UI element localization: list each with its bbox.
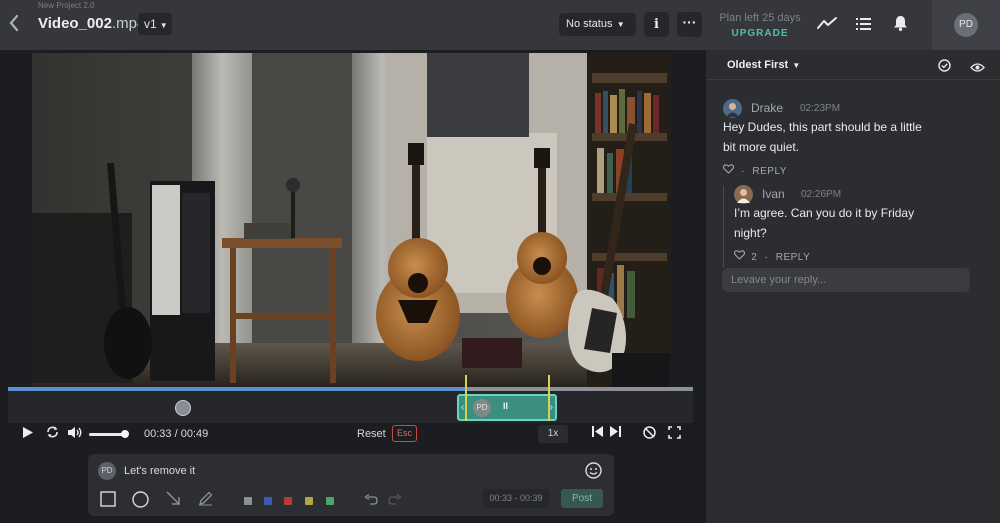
- separator-dot: ·: [741, 166, 746, 177]
- volume-slider-handle[interactable]: [121, 430, 129, 438]
- reply-input[interactable]: Levave your reply...: [722, 268, 970, 292]
- info-icon: i: [654, 17, 659, 32]
- upgrade-link[interactable]: UPGRADE: [712, 28, 808, 39]
- video-name: Video_002: [38, 15, 112, 32]
- post-button[interactable]: Post: [561, 489, 603, 508]
- comment-time-range[interactable]: 00:33 - 00:39: [483, 489, 549, 508]
- reset-button[interactable]: Reset: [357, 428, 386, 440]
- comments-panel: Oldest First ▼ Drake 02:23PM Hey Dudes, …: [706, 50, 1000, 523]
- top-bar: New Project 2.0 Video_002.mp4 v1 ▼ No sta…: [0, 0, 1000, 50]
- current-time: 00:33: [144, 428, 172, 440]
- comment-composer: PD Let's remove it 00:33 - 00:39 Post: [88, 454, 614, 516]
- chevron-right-icon[interactable]: ›: [550, 402, 553, 413]
- pen-icon[interactable]: [198, 491, 213, 511]
- rectangle-icon[interactable]: [100, 491, 116, 512]
- bell-icon[interactable]: [893, 15, 908, 36]
- volume-icon[interactable]: [67, 426, 83, 442]
- color-swatch-yellow[interactable]: [305, 497, 313, 505]
- list-icon[interactable]: [856, 17, 871, 35]
- comment-actions: 2 · REPLY: [733, 250, 811, 263]
- comment-body-line: night?: [734, 226, 767, 240]
- skip-back-icon[interactable]: [592, 426, 603, 440]
- color-swatch-gray[interactable]: [244, 497, 252, 505]
- comments-header: Oldest First ▼: [706, 50, 1000, 80]
- check-circle-icon[interactable]: [938, 59, 951, 77]
- range-avatar: PD: [473, 399, 491, 417]
- comment-input[interactable]: Let's remove it: [124, 465, 195, 477]
- heart-icon[interactable]: [733, 250, 746, 263]
- redo-icon[interactable]: [388, 493, 402, 511]
- comment-actions: · REPLY: [722, 164, 787, 177]
- separator-dot: ·: [764, 252, 769, 263]
- chevron-down-icon: ▼: [614, 20, 625, 29]
- avatar: PD: [954, 13, 978, 37]
- comment-author: Drake: [751, 101, 784, 115]
- video-frame[interactable]: [32, 53, 670, 387]
- draw-off-icon[interactable]: [643, 426, 656, 442]
- version-select[interactable]: v1 ▼: [138, 13, 172, 35]
- project-name: New Project 2.0: [38, 1, 95, 10]
- info-button[interactable]: i: [644, 12, 669, 37]
- volume-slider[interactable]: [89, 433, 125, 436]
- activity-icon[interactable]: [817, 16, 837, 35]
- review-app: New Project 2.0 Video_002.mp4 v1 ▼ No sta…: [0, 0, 1000, 523]
- comment-range-selection[interactable]: ‹ PD II ›: [457, 394, 557, 421]
- comment-time: 02:23PM: [800, 103, 841, 114]
- chevron-left-icon[interactable]: ‹: [461, 402, 464, 413]
- player-controls: 00:33 / 00:49 Reset Esc 1x: [8, 423, 693, 445]
- chevron-down-icon: ▼: [790, 61, 801, 70]
- avatar: [723, 99, 742, 118]
- status-label: No status: [566, 18, 613, 30]
- range-end-line: [548, 375, 550, 421]
- reply-button[interactable]: REPLY: [752, 166, 787, 177]
- eye-icon[interactable]: [970, 60, 985, 78]
- chevron-left-icon[interactable]: [8, 14, 24, 34]
- playback-speed-button[interactable]: 1x: [538, 425, 568, 443]
- time-separator: /: [174, 428, 178, 440]
- comment-body-line: bit more quiet.: [723, 140, 800, 154]
- color-swatch-red[interactable]: [284, 497, 292, 505]
- color-swatch-green[interactable]: [326, 497, 334, 505]
- loop-icon[interactable]: [46, 426, 59, 441]
- comment-body-line: Hey Dudes, this part should be a little: [723, 120, 922, 134]
- reply-button[interactable]: REPLY: [776, 252, 811, 263]
- fullscreen-icon[interactable]: [668, 426, 681, 442]
- video-workspace: ‹ PD II › 00:33 / 00:49 Reset Esc 1x PD …: [0, 50, 706, 523]
- avatar: [734, 185, 753, 204]
- comment-item: Drake 02:23PM Hey Dudes, this part shoul…: [722, 99, 983, 181]
- user-avatar-marker[interactable]: [175, 400, 191, 416]
- circle-icon[interactable]: [132, 491, 149, 513]
- heart-icon[interactable]: [722, 164, 735, 177]
- esc-key-badge: Esc: [392, 425, 417, 442]
- skip-forward-icon[interactable]: [610, 426, 621, 440]
- more-horizontal-icon: ···: [682, 14, 697, 30]
- pause-icon[interactable]: II: [503, 401, 508, 411]
- time-display: 00:33 / 00:49: [144, 428, 208, 440]
- thread-line: [723, 186, 724, 268]
- more-button[interactable]: ···: [677, 12, 702, 37]
- video-title: Video_002.mp4: [38, 15, 145, 32]
- sort-dropdown[interactable]: Oldest First ▼: [727, 59, 800, 71]
- emoji-icon[interactable]: [585, 462, 602, 484]
- comment-body-line: I’m agree. Can you do it by Friday: [734, 206, 915, 220]
- arrow-icon[interactable]: [166, 491, 181, 511]
- color-swatch-blue[interactable]: [264, 497, 272, 505]
- range-start-line: [465, 375, 467, 421]
- play-icon[interactable]: [22, 426, 34, 442]
- comment-item: Ivan 02:26PM I’m agree. Can you do it by…: [733, 185, 984, 267]
- avatar: PD: [98, 462, 116, 480]
- comment-time: 02:26PM: [801, 189, 842, 200]
- plan-remaining-text: Plan left 25 days: [719, 12, 801, 24]
- sort-label: Oldest First: [727, 59, 789, 71]
- version-label: v1: [144, 17, 157, 31]
- duration: 00:49: [180, 428, 209, 440]
- comment-author: Ivan: [762, 187, 785, 201]
- status-select[interactable]: No status ▼: [559, 13, 636, 36]
- user-menu[interactable]: PD: [932, 0, 1000, 50]
- chevron-down-icon: ▼: [159, 21, 168, 30]
- undo-icon[interactable]: [364, 493, 378, 511]
- like-count: 2: [751, 252, 758, 263]
- video-still-image: [32, 53, 670, 387]
- comment-marker-track[interactable]: ‹ PD II ›: [8, 375, 693, 423]
